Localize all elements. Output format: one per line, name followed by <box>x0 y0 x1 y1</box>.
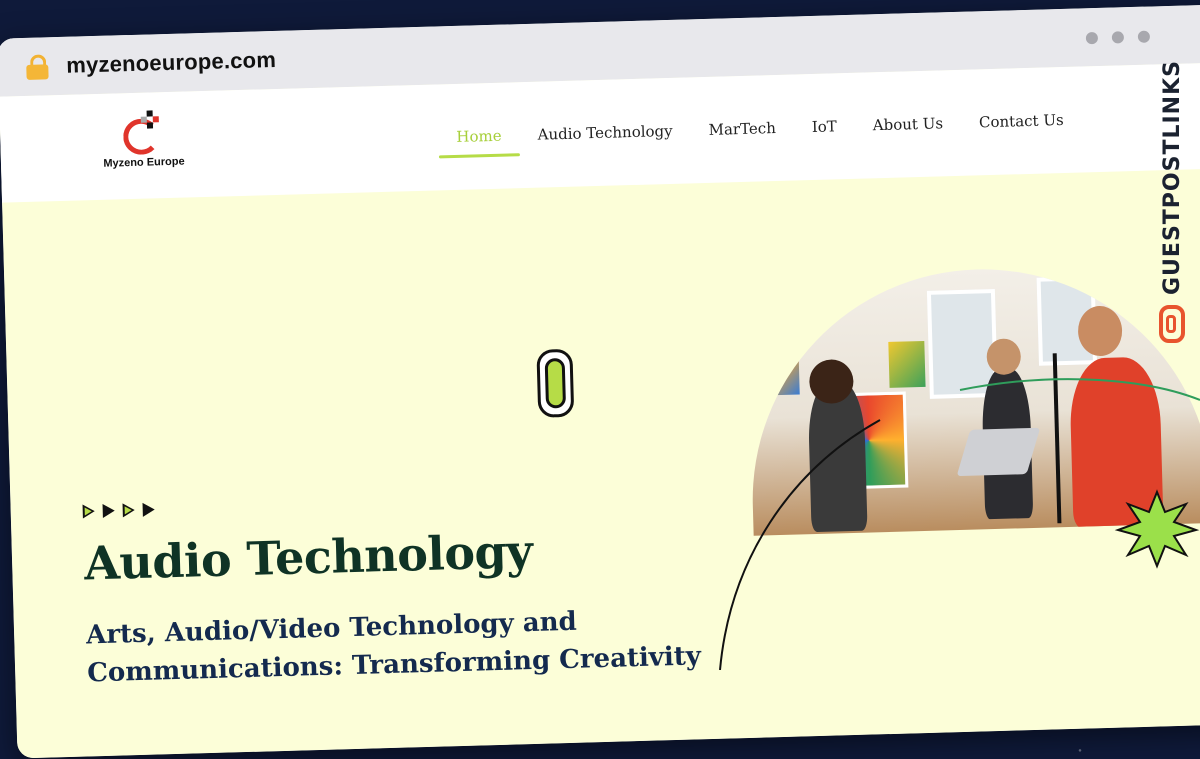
play-arrow-icon <box>102 503 117 518</box>
hero-title: Audio Technology <box>83 523 534 591</box>
nav-contact-us[interactable]: Contact Us <box>961 110 1082 143</box>
watermark-text: GUESTPOSTLINKS <box>1159 60 1185 295</box>
nav-about-us[interactable]: About Us <box>855 114 962 147</box>
play-arrow-icon <box>142 502 157 517</box>
web-page: Myzeno Europe Home Audio Technology MarT… <box>0 62 1200 759</box>
logo-mark-icon <box>121 110 166 156</box>
logo-text: Myzeno Europe <box>103 155 185 170</box>
window-dot[interactable] <box>1137 30 1151 43</box>
window-dot[interactable] <box>1111 31 1125 44</box>
play-arrows <box>82 502 157 519</box>
paperclip-icon <box>536 348 575 418</box>
screenshot-frame: myzenoeurope.com Myzeno Europe Home Audi… <box>0 0 1200 759</box>
browser-window: myzenoeurope.com Myzeno Europe Home Audi… <box>0 4 1200 759</box>
lock-icon <box>26 54 49 80</box>
main-nav: Home Audio Technology MarTech IoT About … <box>438 110 1082 158</box>
window-controls <box>1085 30 1151 45</box>
hero-photo <box>746 263 1200 536</box>
url-text[interactable]: myzenoeurope.com <box>66 47 276 79</box>
window-dot[interactable] <box>1085 31 1099 45</box>
nav-martech[interactable]: MarTech <box>690 119 794 152</box>
nav-iot[interactable]: IoT <box>794 117 856 149</box>
play-arrow-icon <box>122 503 137 518</box>
nav-home[interactable]: Home <box>438 126 520 158</box>
link-icon <box>1159 305 1185 343</box>
play-arrow-icon <box>82 504 97 519</box>
guestpostlinks-watermark: GUESTPOSTLINKS <box>1152 60 1192 360</box>
nav-audio-technology[interactable]: Audio Technology <box>519 121 691 156</box>
hero-subtitle: Arts, Audio/Video Technology and Communi… <box>85 606 702 689</box>
site-logo[interactable]: Myzeno Europe <box>98 109 190 170</box>
